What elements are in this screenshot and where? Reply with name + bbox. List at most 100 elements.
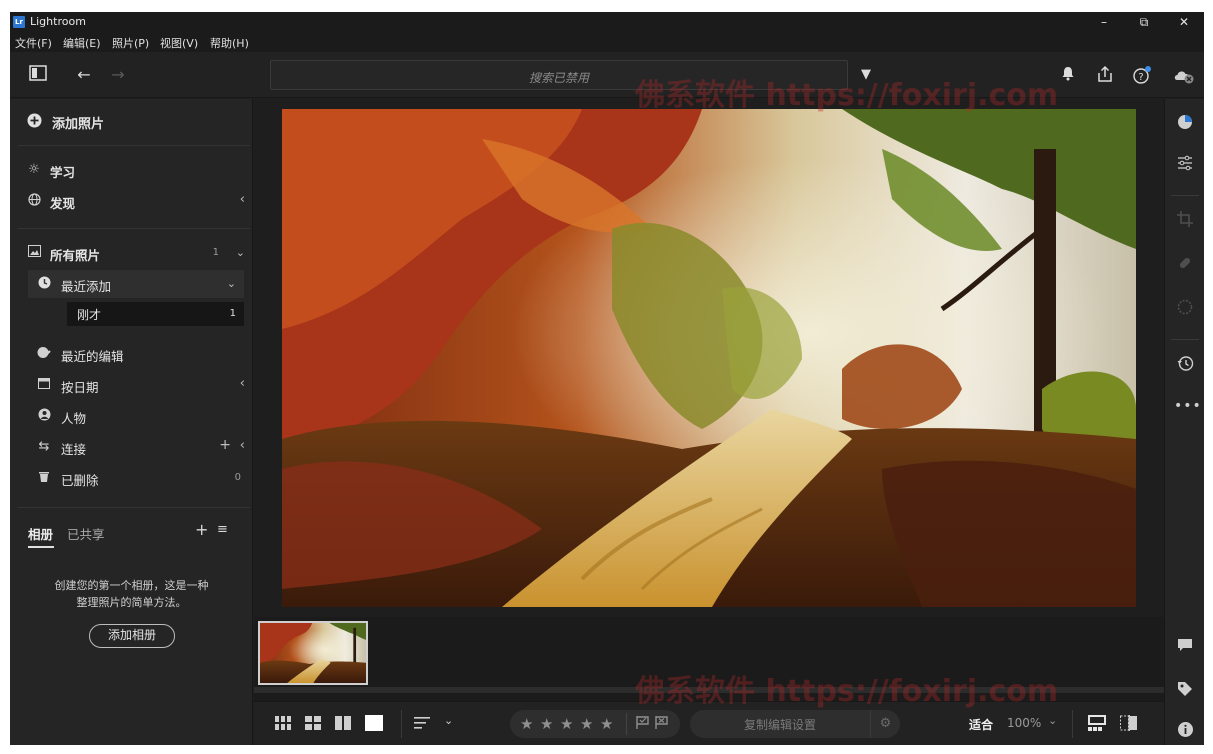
gear-icon[interactable]: ⚙: [870, 710, 900, 738]
add-photos-button[interactable]: 添加照片: [10, 107, 253, 135]
sidebar-item-people[interactable]: 人物: [10, 402, 253, 430]
fit-zoom-button[interactable]: 适合: [969, 716, 993, 733]
chevron-down-icon[interactable]: ⌄: [1048, 714, 1057, 727]
sort-icon[interactable]: ≡: [217, 522, 228, 537]
forward-arrow-icon[interactable]: →: [108, 65, 128, 85]
chevron-down-icon[interactable]: ⌄: [227, 277, 236, 290]
menu-file[interactable]: 文件(F): [15, 35, 52, 51]
search-input[interactable]: 搜索已禁用: [270, 60, 848, 90]
window-title: Lightroom: [30, 15, 86, 28]
divider: [1072, 710, 1073, 738]
sidebar-item-connections[interactable]: ⇆ 连接 + ‹: [10, 433, 253, 461]
sidebar-item-label: 学习: [50, 165, 76, 180]
flag-reject-icon[interactable]: [655, 716, 668, 732]
sidebar-item-learn[interactable]: ☼ 学习: [10, 156, 253, 184]
photo-count: 1: [229, 308, 236, 319]
sidebar-item-just-now[interactable]: 刚才 1: [67, 302, 244, 326]
sidebar-item-deleted[interactable]: 已删除 0: [10, 464, 253, 492]
chevron-down-icon[interactable]: ⌄: [236, 246, 245, 259]
tab-shared[interactable]: 已共享: [67, 524, 105, 543]
info-icon[interactable]: [1174, 721, 1196, 743]
main-viewer: ⌄ ★ ★ ★ ★ ★ 复制编辑设置 ⚙ 适合 100% ⌄: [254, 99, 1164, 745]
panel-toggle-icon[interactable]: [28, 65, 48, 85]
star-icon[interactable]: ★: [520, 715, 533, 733]
left-panel: 添加照片 ☼ 学习 发现 ‹ 所有照片 1 ⌄ 最近添加 ⌄ 刚才 1 最近的编…: [10, 99, 253, 745]
zoom-level[interactable]: 100%: [1007, 716, 1041, 730]
add-connection-icon[interactable]: +: [219, 437, 231, 453]
notification-bell-icon[interactable]: [1058, 65, 1078, 85]
menu-edit[interactable]: 编辑(E): [63, 35, 101, 51]
close-button[interactable]: ✕: [1164, 12, 1204, 32]
main-photo[interactable]: [282, 109, 1136, 607]
star-icon[interactable]: ★: [600, 715, 613, 733]
back-arrow-icon[interactable]: ←: [74, 65, 94, 85]
chevron-left-icon[interactable]: ‹: [240, 438, 245, 453]
connection-arrows-icon: ⇆: [38, 439, 50, 454]
comments-icon[interactable]: [1174, 637, 1196, 659]
top-toolbar: ← → 搜索已禁用 ▼ ?: [10, 52, 1204, 98]
cloud-sync-icon[interactable]: [1172, 65, 1194, 85]
calendar-icon: [36, 377, 52, 393]
compare-view-icon[interactable]: [335, 716, 351, 733]
star-icon[interactable]: ★: [580, 715, 593, 733]
masking-icon[interactable]: [1174, 299, 1196, 321]
healing-brush-icon[interactable]: [1174, 255, 1196, 277]
sidebar-item-label: 已删除: [61, 473, 99, 488]
keyword-tag-icon[interactable]: [1174, 681, 1196, 703]
photo-count: 1: [212, 247, 219, 258]
menu-bar: 文件(F) 编辑(E) 照片(P) 视图(V) 帮助(H): [10, 32, 1204, 52]
detail-view-icon[interactable]: [365, 715, 383, 734]
tab-albums[interactable]: 相册: [28, 524, 53, 543]
menu-view[interactable]: 视图(V): [160, 35, 198, 51]
right-panel: •••: [1164, 99, 1204, 745]
sidebar-item-recently-added[interactable]: 最近添加 ⌄: [28, 270, 244, 298]
filmstrip-toggle-icon[interactable]: [1088, 715, 1106, 734]
photo-grid-view-icon[interactable]: [305, 716, 321, 733]
create-album-button[interactable]: 添加相册: [89, 624, 175, 648]
filmstrip-scrollbar[interactable]: [254, 687, 1164, 693]
divider: [18, 507, 250, 508]
lightroom-window: Lr Lightroom – ⧉ ✕ 文件(F) 编辑(E) 照片(P) 视图(…: [10, 12, 1204, 745]
menu-help[interactable]: 帮助(H): [210, 35, 249, 51]
sidebar-item-recent-edits[interactable]: 最近的编辑: [10, 340, 253, 368]
sidebar-item-discover[interactable]: 发现 ‹: [10, 187, 253, 215]
history-icon[interactable]: [1174, 355, 1196, 377]
divider: [18, 228, 250, 229]
sidebar-item-label: 人物: [61, 411, 87, 426]
flag-pick-icon[interactable]: [636, 716, 649, 732]
sidebar-item-label: 按日期: [61, 380, 99, 395]
chevron-left-icon[interactable]: ‹: [240, 376, 245, 391]
filter-icon[interactable]: ▼: [856, 65, 876, 85]
sidebar-item-label: 发现: [50, 196, 76, 211]
svg-text:?: ?: [1138, 72, 1143, 83]
lightbulb-icon: ☼: [28, 162, 40, 177]
share-icon[interactable]: [1095, 65, 1115, 85]
crop-icon[interactable]: [1174, 211, 1196, 233]
globe-icon: [26, 193, 42, 209]
trash-icon: [36, 470, 52, 486]
sidebar-item-all-photos[interactable]: 所有照片 1 ⌄: [10, 239, 253, 267]
before-after-icon[interactable]: [1120, 715, 1138, 734]
filmstrip-thumbnail[interactable]: [258, 621, 368, 685]
chevron-left-icon[interactable]: ‹: [240, 192, 245, 207]
photo-icon: [26, 245, 42, 261]
presets-icon[interactable]: [1174, 113, 1196, 135]
sidebar-item-label: 最近的编辑: [61, 349, 124, 364]
filmstrip: [254, 617, 1164, 701]
help-icon[interactable]: ?: [1132, 65, 1152, 85]
star-icon[interactable]: ★: [540, 715, 553, 733]
minimize-button[interactable]: –: [1084, 12, 1124, 32]
menu-photo[interactable]: 照片(P): [112, 35, 149, 51]
sidebar-item-by-date[interactable]: 按日期 ‹: [10, 371, 253, 399]
divider: [1171, 339, 1199, 340]
chevron-down-icon[interactable]: ⌄: [444, 714, 453, 727]
square-grid-view-icon[interactable]: [275, 716, 291, 733]
star-icon[interactable]: ★: [560, 715, 573, 733]
sort-order-icon[interactable]: [414, 716, 432, 733]
add-album-icon[interactable]: +: [195, 520, 208, 539]
maximize-button[interactable]: ⧉: [1124, 12, 1164, 32]
more-options-icon[interactable]: •••: [1174, 395, 1201, 417]
edit-sliders-icon[interactable]: [1174, 155, 1196, 177]
copy-edit-settings-button[interactable]: 复制编辑设置: [690, 716, 870, 733]
empty-albums-text-2: 整理照片的简单方法。: [76, 596, 187, 609]
